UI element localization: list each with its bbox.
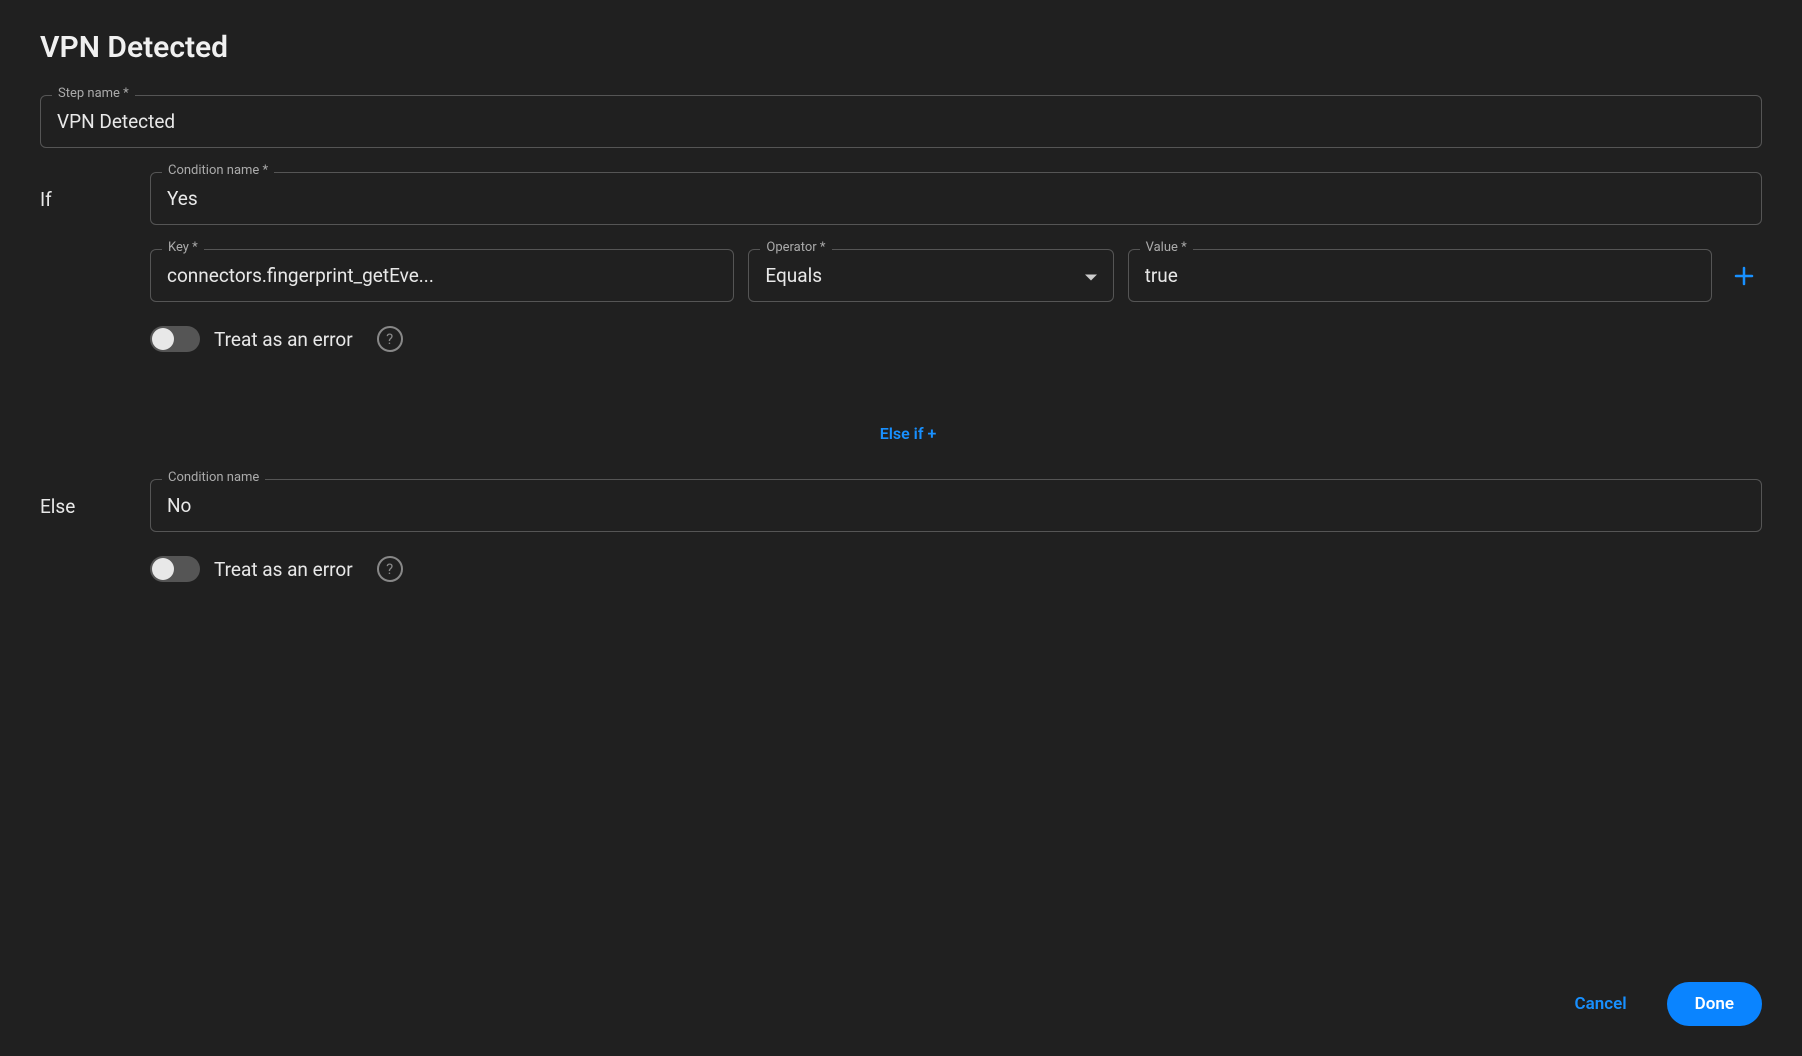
key-label: Key * bbox=[162, 240, 204, 255]
value-input[interactable] bbox=[1128, 249, 1712, 302]
footer: Cancel Done bbox=[40, 942, 1762, 1026]
operator-field: Operator * Equals bbox=[748, 249, 1113, 302]
condition-row: Key * Operator * Equals Value * bbox=[150, 249, 1762, 302]
if-condition-name-field: Condition name * bbox=[150, 172, 1762, 225]
cancel-button[interactable]: Cancel bbox=[1558, 984, 1642, 1024]
if-treat-error-label: Treat as an error bbox=[214, 328, 353, 351]
help-icon[interactable]: ? bbox=[377, 556, 403, 582]
operator-label: Operator * bbox=[760, 240, 831, 255]
else-if-button[interactable]: Else if + bbox=[54, 424, 1762, 443]
operator-select[interactable]: Equals bbox=[748, 249, 1113, 302]
step-name-input[interactable] bbox=[40, 95, 1762, 148]
else-condition-name-label: Condition name bbox=[162, 470, 265, 485]
else-treat-error-toggle[interactable] bbox=[150, 556, 200, 582]
if-section: If Condition name * Key * Operator * Equ… bbox=[40, 172, 1762, 352]
key-field: Key * bbox=[150, 249, 734, 302]
done-button[interactable]: Done bbox=[1667, 982, 1762, 1026]
else-treat-error-row: Treat as an error ? bbox=[150, 556, 1762, 582]
else-treat-error-label: Treat as an error bbox=[214, 558, 353, 581]
toggle-knob bbox=[152, 558, 174, 580]
if-condition-name-input[interactable] bbox=[150, 172, 1762, 225]
page-title: VPN Detected bbox=[40, 30, 1762, 65]
if-label: If bbox=[40, 172, 150, 211]
else-label: Else bbox=[40, 479, 150, 518]
if-treat-error-toggle[interactable] bbox=[150, 326, 200, 352]
key-input[interactable] bbox=[150, 249, 734, 302]
toggle-knob bbox=[152, 328, 174, 350]
value-field: Value * bbox=[1128, 249, 1712, 302]
step-name-field: Step name * bbox=[40, 95, 1762, 148]
if-treat-error-row: Treat as an error ? bbox=[150, 326, 1762, 352]
plus-icon bbox=[1734, 266, 1754, 286]
help-icon[interactable]: ? bbox=[377, 326, 403, 352]
else-condition-name-field: Condition name bbox=[150, 479, 1762, 532]
else-condition-name-input[interactable] bbox=[150, 479, 1762, 532]
if-condition-name-label: Condition name * bbox=[162, 163, 274, 178]
step-name-label: Step name * bbox=[52, 86, 135, 101]
else-section: Else Condition name Treat as an error ? bbox=[40, 479, 1762, 582]
add-condition-button[interactable] bbox=[1726, 266, 1762, 286]
value-label: Value * bbox=[1140, 240, 1193, 255]
